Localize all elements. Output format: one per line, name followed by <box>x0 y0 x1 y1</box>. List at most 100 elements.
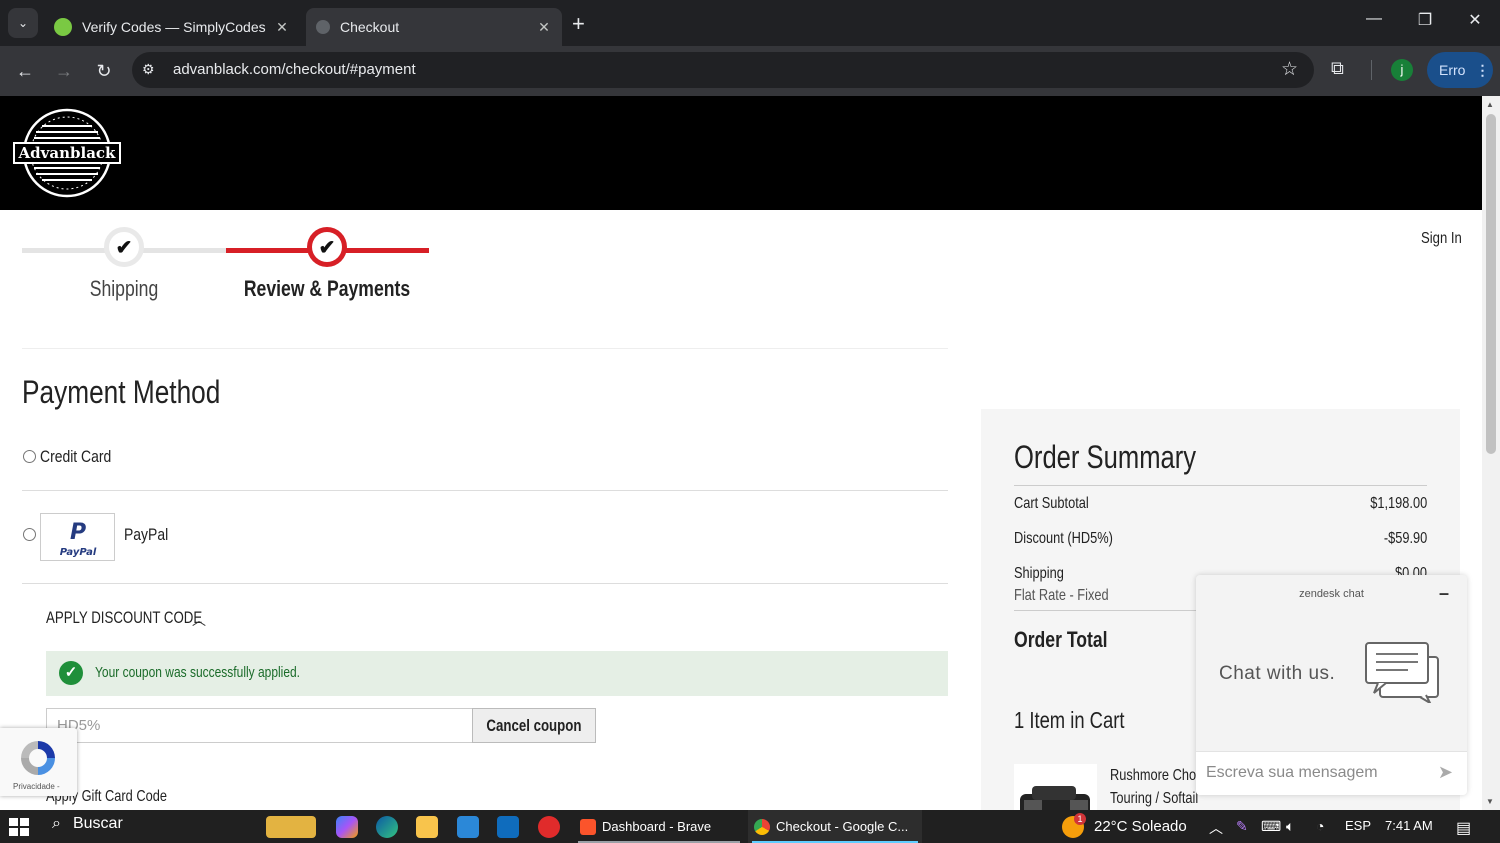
language-indicator[interactable]: ESP <box>1345 818 1371 833</box>
step-label-review: Review & Payments <box>243 276 411 301</box>
chat-prompt: Chat with us. <box>1219 663 1336 684</box>
discount-code-input[interactable]: HD5% <box>46 708 473 743</box>
taskbar-app-brave[interactable]: Dashboard - Brave <box>574 810 744 843</box>
tab-verify-codes[interactable]: Verify Codes — SimplyCodes ✕ <box>44 8 300 46</box>
product-thumbnail <box>1014 764 1097 810</box>
error-update-button[interactable]: Erro ⋮ <box>1427 52 1493 88</box>
checkmark-icon: ✔ <box>109 232 139 262</box>
scroll-down-icon[interactable]: ▼ <box>1486 797 1494 806</box>
windows-start-icon[interactable] <box>9 818 29 836</box>
reload-icon[interactable]: ↻ <box>91 58 117 84</box>
error-button-label: Erro <box>1439 62 1466 78</box>
close-tab-icon[interactable]: ✕ <box>532 19 556 36</box>
paypal-label[interactable]: PayPal <box>124 525 168 545</box>
scrollbar-thumb[interactable] <box>1486 114 1496 454</box>
paypal-radio[interactable] <box>23 528 36 541</box>
step-label-shipping[interactable]: Shipping <box>76 276 172 302</box>
forward-icon[interactable]: → <box>51 58 77 84</box>
browser-toolbar: ← → ↻ ⚙ advanblack.com/checkout/#payment… <box>0 46 1500 96</box>
minimize-window-icon[interactable]: — <box>1354 10 1394 28</box>
page-scrollbar[interactable]: ▲ ▼ <box>1482 96 1500 810</box>
globe-favicon-icon <box>316 20 330 34</box>
site-info-icon[interactable]: ⚙ <box>142 61 160 79</box>
credit-card-radio[interactable] <box>23 450 36 463</box>
success-message: Your coupon was successfully applied. <box>95 664 301 681</box>
extensions-puzzle-icon[interactable]: ⧉ <box>1331 58 1344 79</box>
paypal-logo[interactable]: P PayPal <box>40 513 115 561</box>
recaptcha-icon <box>21 741 55 775</box>
site-header: Advanblack <box>0 96 1482 210</box>
search-icon: ⌕ <box>52 815 61 832</box>
address-bar[interactable]: ⚙ advanblack.com/checkout/#payment ☆ <box>132 52 1314 88</box>
close-tab-icon[interactable]: ✕ <box>270 19 294 36</box>
chat-message-input[interactable]: Escreva sua mensagem ➤ <box>1196 751 1467 795</box>
zendesk-chat-widget[interactable]: zendesk chat – Chat with us. Escreva sua… <box>1196 575 1467 795</box>
discount-label: Discount (HD5%) <box>1014 530 1113 547</box>
back-icon[interactable]: ← <box>12 58 38 84</box>
clock-time[interactable]: 7:41 AM <box>1385 818 1433 833</box>
outlook-icon[interactable] <box>497 816 519 838</box>
taskbar-search[interactable]: ⌕ Buscar <box>52 815 123 833</box>
recaptcha-privacy-link[interactable]: Privacidade - <box>13 782 60 791</box>
order-summary-title: Order Summary <box>1014 439 1197 475</box>
close-window-icon[interactable]: ✕ <box>1455 10 1495 30</box>
cart-subtotal-value: $1,198.00 <box>1370 495 1427 512</box>
scroll-up-icon[interactable]: ▲ <box>1486 100 1494 109</box>
chat-header: zendesk chat <box>1299 588 1364 600</box>
restore-window-icon[interactable]: ❐ <box>1405 10 1445 30</box>
show-hidden-icons-icon[interactable]: ︿ <box>1209 818 1223 838</box>
order-total-label: Order Total <box>1014 627 1108 652</box>
bookmark-star-icon[interactable]: ☆ <box>1281 58 1298 81</box>
product-name-line-1[interactable]: Rushmore Chop <box>1110 767 1203 785</box>
paypal-icon: P PayPal <box>60 520 97 558</box>
browser-tab-bar: ⌄ Verify Codes — SimplyCodes ✕ Checkout … <box>0 0 1500 46</box>
shipping-method-label: Flat Rate - Fixed <box>1014 587 1109 604</box>
advanblack-logo[interactable]: Advanblack <box>12 108 122 198</box>
items-in-cart-toggle[interactable]: 1 Item in Cart <box>1014 707 1124 734</box>
logo-text: Advanblack <box>18 144 117 162</box>
volume-icon[interactable]: 🔈︎ <box>1286 818 1294 835</box>
brave-icon <box>580 818 596 835</box>
option-divider <box>22 583 948 584</box>
ime-icon[interactable]: ⌨ <box>1261 818 1281 835</box>
cancel-coupon-button[interactable]: Cancel coupon <box>472 708 596 743</box>
profile-avatar[interactable]: j <box>1391 59 1413 81</box>
chat-input-placeholder: Escreva sua mensagem <box>1206 764 1378 781</box>
cancel-coupon-label: Cancel coupon <box>486 715 582 735</box>
product-name-line-2[interactable]: Touring / Softail <box>1110 790 1198 808</box>
chat-bubbles-icon <box>1365 642 1439 703</box>
microsoft-store-icon[interactable] <box>457 816 479 838</box>
weather-badge: 1 <box>1074 813 1086 825</box>
widgets-icon[interactable] <box>266 816 316 838</box>
tab-search-button[interactable]: ⌄ <box>8 8 38 38</box>
notifications-icon[interactable]: ▤ <box>1456 818 1471 838</box>
coupon-success-alert: ✓ Your coupon was successfully applied. <box>46 651 948 696</box>
file-explorer-icon[interactable] <box>416 816 438 838</box>
svg-text:P: P <box>70 520 86 545</box>
windows-taskbar: ⌕ Buscar Dashboard - Brave Checkout - Go… <box>0 810 1500 843</box>
step-shipping-complete[interactable]: ✔ <box>104 227 144 267</box>
tab-checkout[interactable]: Checkout ✕ <box>306 8 562 46</box>
copilot-icon[interactable] <box>336 816 358 838</box>
taskbar-app-chrome[interactable]: Checkout - Google C... <box>748 810 922 843</box>
recaptcha-badge[interactable]: Privacidade - <box>0 728 77 796</box>
new-tab-icon[interactable]: + <box>572 11 585 37</box>
wifi-icon[interactable]: ◔ <box>1316 818 1324 834</box>
weather-text[interactable]: 22°C Soleado <box>1094 818 1187 835</box>
sign-in-link[interactable]: Sign In <box>1421 230 1462 248</box>
chat-minimize-icon[interactable]: – <box>1439 583 1449 604</box>
edge-icon[interactable] <box>376 816 398 838</box>
chevron-up-icon[interactable]: ︿ <box>192 610 206 630</box>
pen-icon[interactable]: ✎ <box>1236 818 1248 835</box>
discount-value: -$59.90 <box>1383 530 1427 547</box>
apply-discount-toggle[interactable]: APPLY DISCOUNT CODE <box>46 608 202 628</box>
taskbar-app-label: Checkout - Google C... <box>776 819 909 834</box>
page-viewport: Advanblack Sign In ✔ ✔ Shipping Review &… <box>0 96 1482 810</box>
url-text[interactable]: advanblack.com/checkout/#payment <box>173 61 416 78</box>
summary-divider <box>1014 485 1427 486</box>
checkmark-icon: ✔ <box>312 232 342 262</box>
send-icon[interactable]: ➤ <box>1438 762 1453 783</box>
app-red-icon[interactable] <box>538 816 560 838</box>
credit-card-label[interactable]: Credit Card <box>40 447 111 467</box>
section-divider <box>22 348 948 349</box>
